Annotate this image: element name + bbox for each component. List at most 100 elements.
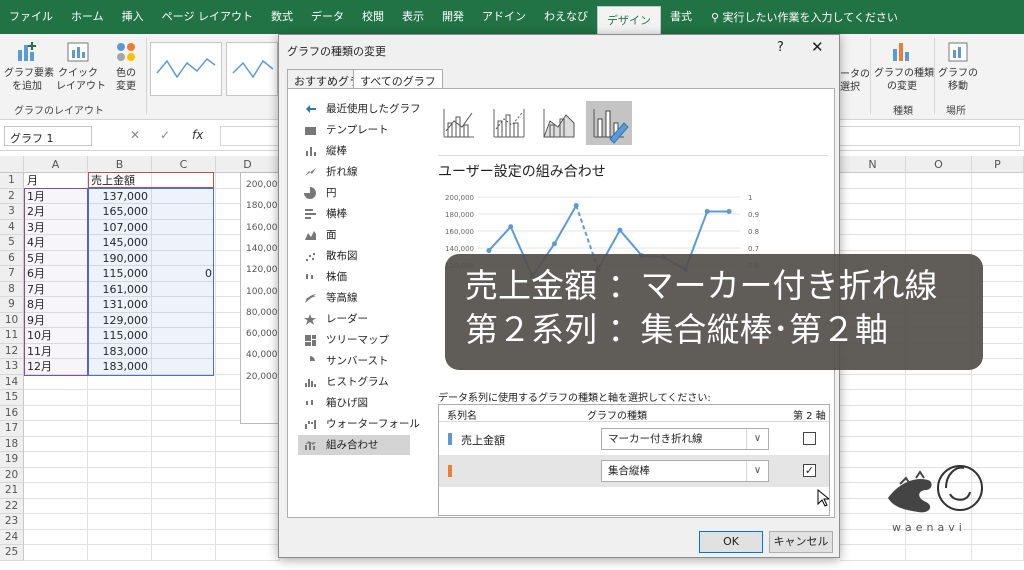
row-header[interactable]: 4 bbox=[0, 219, 24, 235]
cell[interactable] bbox=[840, 405, 906, 421]
combo-column-line-secondary-icon[interactable] bbox=[486, 101, 532, 145]
cell[interactable] bbox=[152, 390, 216, 406]
chart-type-item[interactable]: 横棒 bbox=[298, 204, 410, 224]
ok-button[interactable]: OK bbox=[699, 531, 763, 553]
cell[interactable] bbox=[972, 405, 1024, 421]
cell[interactable] bbox=[840, 436, 906, 452]
row-header[interactable]: 11 bbox=[0, 328, 24, 344]
name-box[interactable]: グラフ 1 bbox=[4, 126, 92, 146]
chart-type-item[interactable]: ウォーターフォール bbox=[298, 414, 420, 434]
cell[interactable] bbox=[972, 219, 1024, 235]
cell[interactable] bbox=[216, 514, 280, 530]
row-header[interactable]: 9 bbox=[0, 297, 24, 313]
tab-data[interactable]: データ bbox=[302, 0, 353, 34]
row-header[interactable]: 13 bbox=[0, 359, 24, 375]
row-header[interactable]: 14 bbox=[0, 374, 24, 390]
cell[interactable] bbox=[906, 188, 972, 204]
cell[interactable] bbox=[906, 173, 972, 189]
chart-type-item[interactable]: テンプレート bbox=[298, 120, 410, 140]
cell[interactable] bbox=[840, 235, 906, 251]
chart-type-item[interactable]: サンバースト bbox=[298, 351, 410, 371]
tab-addins[interactable]: アドイン bbox=[473, 0, 535, 34]
row-header[interactable]: 10 bbox=[0, 312, 24, 328]
cell[interactable] bbox=[88, 514, 152, 530]
row-header[interactable]: 16 bbox=[0, 405, 24, 421]
column-header[interactable]: P bbox=[972, 156, 1024, 173]
row-header[interactable]: 2 bbox=[0, 188, 24, 204]
column-header[interactable]: D bbox=[216, 156, 280, 173]
column-header[interactable]: N bbox=[840, 156, 906, 173]
chart-type-item[interactable]: レーダー bbox=[298, 309, 410, 329]
row-header[interactable]: 18 bbox=[0, 436, 24, 452]
tab-review[interactable]: 校閲 bbox=[353, 0, 393, 34]
tab-design[interactable]: デザイン bbox=[596, 6, 661, 34]
cell[interactable] bbox=[906, 374, 972, 390]
cell[interactable] bbox=[216, 436, 280, 452]
cell[interactable] bbox=[840, 374, 906, 390]
tab-all-charts[interactable]: すべてのグラフ bbox=[353, 69, 443, 89]
row-header[interactable]: 15 bbox=[0, 390, 24, 406]
cell[interactable] bbox=[840, 173, 906, 189]
cell[interactable] bbox=[906, 421, 972, 437]
cell[interactable] bbox=[152, 436, 216, 452]
cell[interactable] bbox=[972, 390, 1024, 406]
row-header[interactable]: 19 bbox=[0, 452, 24, 468]
cell[interactable] bbox=[216, 452, 280, 468]
chart-style-gallery-2[interactable] bbox=[226, 42, 278, 96]
chart-type-item[interactable]: 面 bbox=[298, 225, 410, 245]
cell[interactable] bbox=[906, 545, 972, 561]
cell[interactable] bbox=[972, 436, 1024, 452]
cell[interactable] bbox=[152, 405, 216, 421]
cell[interactable] bbox=[24, 529, 88, 545]
cell[interactable] bbox=[906, 436, 972, 452]
tab-formulas[interactable]: 数式 bbox=[262, 0, 302, 34]
row-header[interactable]: 23 bbox=[0, 514, 24, 530]
cell[interactable] bbox=[840, 188, 906, 204]
cell[interactable] bbox=[24, 483, 88, 499]
cell[interactable] bbox=[906, 235, 972, 251]
chart-type-item[interactable]: 等高線 bbox=[298, 288, 410, 308]
chart-type-item[interactable]: ヒストグラム bbox=[298, 372, 410, 392]
custom-combination-icon[interactable] bbox=[586, 101, 632, 145]
cell[interactable] bbox=[152, 545, 216, 561]
chart-type-item[interactable]: 株価 bbox=[298, 267, 410, 287]
cell[interactable] bbox=[906, 219, 972, 235]
cell[interactable] bbox=[24, 514, 88, 530]
cell[interactable] bbox=[152, 374, 216, 390]
chart-style-gallery[interactable] bbox=[150, 42, 222, 96]
tab-waenavi[interactable]: わえなび bbox=[535, 0, 597, 34]
tab-page-layout[interactable]: ページ レイアウト bbox=[153, 0, 262, 34]
tab-developer[interactable]: 開発 bbox=[433, 0, 473, 34]
chart-type-item[interactable]: 円 bbox=[298, 183, 410, 203]
cell[interactable] bbox=[88, 405, 152, 421]
cell[interactable] bbox=[152, 467, 216, 483]
chart-type-dropdown[interactable]: 集合縦棒 ∨ bbox=[601, 460, 769, 482]
cell[interactable] bbox=[972, 374, 1024, 390]
select-all-corner[interactable] bbox=[0, 156, 24, 173]
cell[interactable] bbox=[24, 467, 88, 483]
cancel-icon[interactable]: ✕ bbox=[130, 128, 140, 142]
cell[interactable] bbox=[152, 498, 216, 514]
chart-type-item[interactable]: 散布図 bbox=[298, 246, 410, 266]
row-header[interactable]: 24 bbox=[0, 529, 24, 545]
chart-type-item[interactable]: 組み合わせ bbox=[298, 435, 410, 455]
tab-insert[interactable]: 挿入 bbox=[113, 0, 153, 34]
chart-type-dropdown[interactable]: マーカー付き折れ線 ∨ bbox=[601, 428, 769, 450]
row-header[interactable]: 12 bbox=[0, 343, 24, 359]
cell[interactable] bbox=[840, 421, 906, 437]
cell[interactable] bbox=[88, 452, 152, 468]
cell[interactable] bbox=[216, 467, 280, 483]
column-header[interactable]: A bbox=[24, 156, 88, 173]
cell[interactable] bbox=[24, 390, 88, 406]
cell[interactable] bbox=[152, 421, 216, 437]
move-chart-button[interactable]: グラフの 移動 bbox=[938, 40, 978, 93]
function-icon[interactable]: fx bbox=[192, 128, 203, 142]
cell[interactable] bbox=[972, 421, 1024, 437]
tell-me-box[interactable]: ⚲ 実行したい作業を入力してください bbox=[711, 9, 898, 25]
cell[interactable] bbox=[88, 374, 152, 390]
enter-icon[interactable]: ✓ bbox=[160, 128, 170, 142]
row-header[interactable]: 8 bbox=[0, 281, 24, 297]
cell[interactable] bbox=[972, 204, 1024, 220]
cell[interactable] bbox=[840, 219, 906, 235]
row-header[interactable]: 25 bbox=[0, 545, 24, 561]
